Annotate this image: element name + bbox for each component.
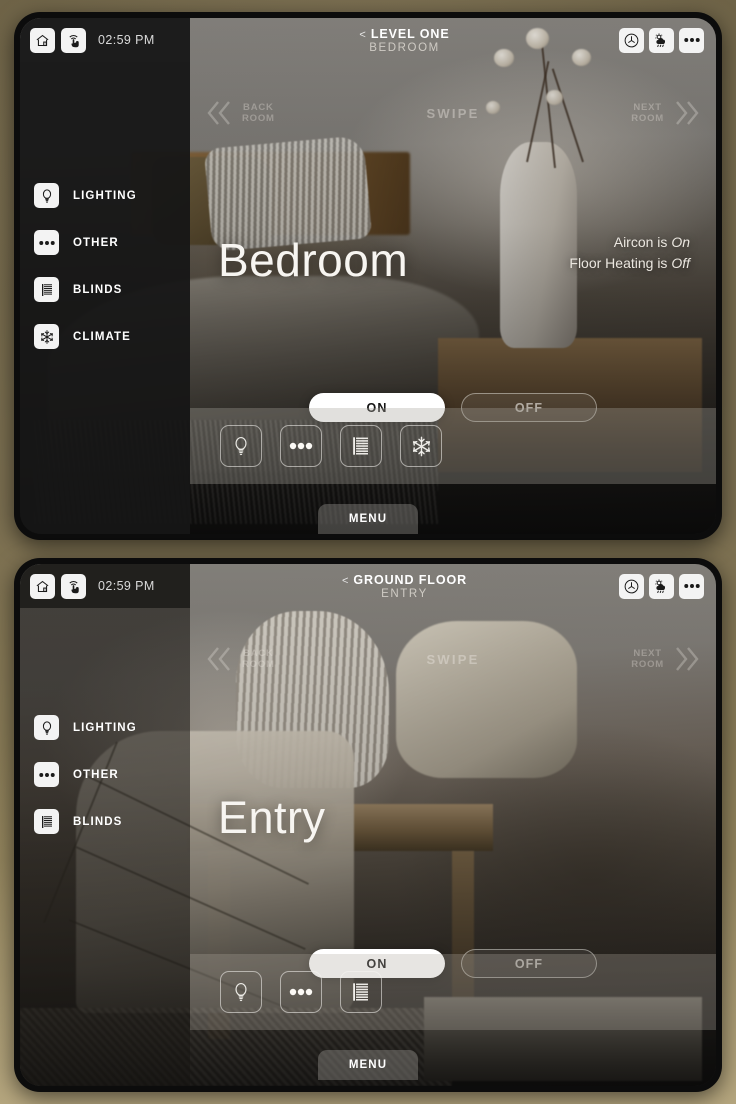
status-state: On [671,233,690,250]
more-options-icon[interactable] [679,27,704,53]
screen-entry: 02:59 PM < GROUND FLOOR ENTRY LIGHTING O… [20,564,716,1086]
sidebar-item-label: LIGHTING [73,189,137,202]
main-content: Entry ON OFF [190,608,716,1086]
weather-icon[interactable] [649,27,674,53]
room-name-sub: BEDROOM [369,41,440,54]
more-dots-icon [34,762,59,787]
status-line-aircon: Aircon is On [569,232,690,253]
status-bar: 02:59 PM < LEVEL ONE BEDROOM [20,18,716,62]
dock-button-blinds[interactable] [340,425,382,467]
status-line-floor-heating: Floor Heating is Off [569,253,690,274]
page-title: Bedroom [218,234,409,287]
status-bar-right [619,564,716,608]
tablet-device-bedroom: 02:59 PM < LEVEL ONE BEDROOM LIGHTING OT… [14,12,722,540]
status-bar-left: 02:59 PM [20,18,190,62]
sidebar-item-label: OTHER [73,768,119,781]
sidebar-item-other[interactable]: OTHER [20,219,190,266]
category-sidebar: LIGHTING OTHER BLINDS [20,608,190,1086]
weather-icon[interactable] [649,573,674,599]
sidebar-item-label: OTHER [73,236,119,249]
category-sidebar: LIGHTING OTHER BLINDS [20,62,190,534]
clock-icon[interactable] [619,27,644,53]
room-name-sub: ENTRY [381,587,428,600]
clock-time: 02:59 PM [98,579,155,593]
more-dots-icon [34,230,59,255]
sidebar-item-lighting[interactable]: LIGHTING [20,704,190,751]
status-bar-left: 02:59 PM [20,564,190,608]
back-chevron-icon[interactable]: < [342,575,348,587]
status-state: Off [671,254,690,271]
lightbulb-icon [34,183,59,208]
lightbulb-icon [34,715,59,740]
page-title: Entry [218,792,326,844]
menu-tab[interactable]: MENU [318,1050,418,1080]
more-dots-icon [289,988,313,996]
status-prefix: Floor Heating is [569,254,672,271]
snowflake-icon [412,436,430,456]
dock-button-lighting[interactable] [220,425,262,467]
sidebar-item-label: BLINDS [73,283,123,296]
sidebar-item-label: BLINDS [73,815,123,828]
main-content: Bedroom Aircon is On Floor Heating is Of… [190,62,716,534]
sidebar-item-label: LIGHTING [73,721,137,734]
lightbulb-icon [235,436,247,456]
home-icon[interactable] [30,573,55,599]
location-breadcrumb[interactable]: < GROUND FLOOR ENTRY [190,564,619,608]
blinds-icon [353,437,368,455]
sidebar-item-blinds[interactable]: BLINDS [20,266,190,313]
sidebar-item-label: CLIMATE [73,330,131,343]
clock-icon[interactable] [619,573,644,599]
sidebar-item-other[interactable]: OTHER [20,751,190,798]
floor-name: LEVEL ONE [370,26,450,41]
sidebar-item-lighting[interactable]: LIGHTING [20,172,190,219]
more-dots-icon [289,442,313,450]
device-dock [190,954,716,1030]
blinds-icon [353,983,368,1001]
climate-status: Aircon is On Floor Heating is Off [569,232,690,274]
blinds-icon [34,277,59,302]
touch-gesture-icon[interactable] [61,573,86,599]
location-breadcrumb[interactable]: < LEVEL ONE BEDROOM [190,18,619,62]
menu-tab[interactable]: MENU [318,504,418,534]
tablet-device-entry: 02:59 PM < GROUND FLOOR ENTRY LIGHTING O… [14,558,722,1092]
blinds-icon [34,809,59,834]
sidebar-item-blinds[interactable]: BLINDS [20,798,190,845]
dock-button-blinds[interactable] [340,971,382,1013]
device-dock [190,408,716,484]
back-chevron-icon[interactable]: < [359,29,365,41]
clock-time: 02:59 PM [98,33,155,47]
lightbulb-icon [235,982,247,1002]
more-options-icon[interactable] [679,573,704,599]
status-prefix: Aircon is [613,233,672,250]
dock-button-climate[interactable] [400,425,442,467]
status-bar-right [619,18,716,62]
home-icon[interactable] [30,27,55,53]
snowflake-icon [34,324,59,349]
sidebar-item-climate[interactable]: CLIMATE [20,313,190,360]
touch-gesture-icon[interactable] [61,27,86,53]
floor-name: GROUND FLOOR [353,572,467,587]
screen-bedroom: 02:59 PM < LEVEL ONE BEDROOM LIGHTING OT… [20,18,716,534]
dock-button-other[interactable] [280,971,322,1013]
status-bar: 02:59 PM < GROUND FLOOR ENTRY [20,564,716,608]
dock-button-other[interactable] [280,425,322,467]
dock-button-lighting[interactable] [220,971,262,1013]
